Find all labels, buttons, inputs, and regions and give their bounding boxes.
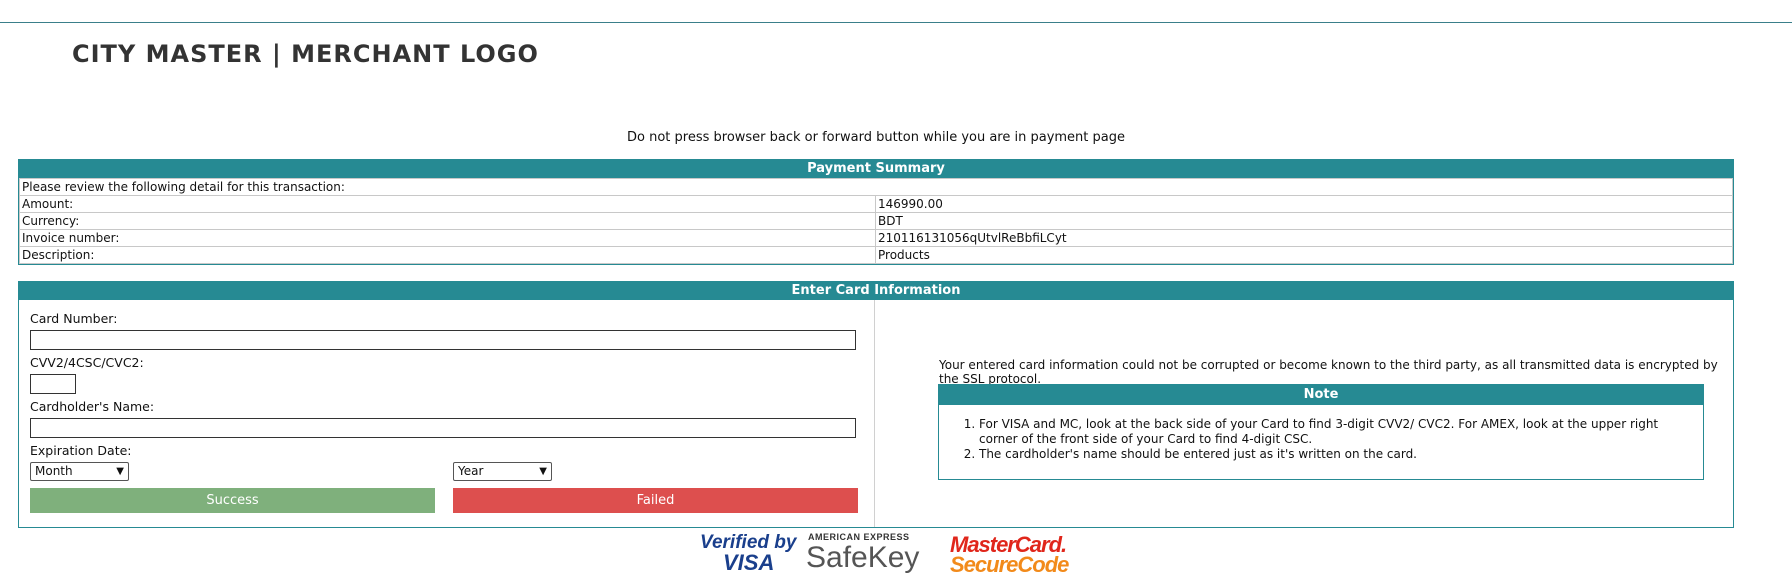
amex-safekey-logo-brand: SafeKey — [806, 541, 920, 574]
navigation-warning: Do not press browser back or forward but… — [627, 130, 1125, 145]
merchant-logo: CITY MASTER | MERCHANT LOGO — [72, 40, 539, 68]
summary-intro: Please review the following detail for t… — [19, 178, 1733, 196]
note-title: Note — [939, 385, 1703, 405]
amount-label: Amount: — [19, 195, 876, 213]
cvv-label: CVV2/4CSC/CVC2: — [30, 355, 144, 370]
currency-label: Currency: — [19, 212, 876, 230]
expiration-date-label: Expiration Date: — [30, 443, 132, 458]
card-info-panel: Enter Card Information Card Number: CVV2… — [18, 281, 1734, 528]
description-value: Products — [875, 246, 1733, 264]
verified-by-visa-logo-brand: VISA — [723, 550, 775, 575]
note-box: Note For VISA and MC, look at the back s… — [938, 384, 1704, 480]
card-info-title: Enter Card Information — [19, 282, 1733, 300]
card-info-body: Card Number: CVV2/4CSC/CVC2: Cardholder'… — [19, 300, 1733, 527]
expiry-month-select[interactable]: Month ▼ — [30, 462, 129, 481]
mastercard-securecode-logo-brand: SecureCode — [950, 552, 1069, 577]
invoice-label: Invoice number: — [19, 229, 876, 247]
security-badges: Verified by VISA AMERICAN EXPRESS SafeKe… — [0, 532, 1792, 577]
chevron-down-icon: ▼ — [116, 466, 124, 477]
list-item: The cardholder's name should be entered … — [979, 447, 1687, 462]
invoice-value: 210116131056qUtvlReBbfiLCyt — [875, 229, 1733, 247]
card-form: Card Number: CVV2/4CSC/CVC2: Cardholder'… — [19, 300, 875, 527]
expiry-year-select[interactable]: Year ▼ — [453, 462, 552, 481]
expiry-year-value: Year — [458, 464, 484, 478]
success-button[interactable]: Success — [30, 488, 435, 513]
description-label: Description: — [19, 246, 876, 264]
security-info: Your entered card information could not … — [876, 300, 1733, 527]
cardholder-name-input[interactable] — [30, 418, 856, 438]
list-item: For VISA and MC, look at the back side o… — [979, 417, 1687, 447]
ssl-security-message: Your entered card information could not … — [939, 358, 1718, 386]
table-row: Description: Products — [19, 246, 1733, 264]
chevron-down-icon: ▼ — [539, 466, 547, 477]
cardholder-name-label: Cardholder's Name: — [30, 399, 155, 414]
table-row: Amount: 146990.00 — [19, 195, 1733, 213]
amount-value: 146990.00 — [875, 195, 1733, 213]
payment-summary-table: Please review the following detail for t… — [19, 178, 1733, 264]
header-divider — [0, 22, 1792, 23]
table-row: Currency: BDT — [19, 212, 1733, 230]
payment-summary-title: Payment Summary — [19, 160, 1733, 178]
cvv-input[interactable] — [30, 374, 76, 394]
failed-button[interactable]: Failed — [453, 488, 858, 513]
card-number-input[interactable] — [30, 330, 856, 350]
currency-value: BDT — [875, 212, 1733, 230]
table-row: Invoice number: 210116131056qUtvlReBbfiL… — [19, 229, 1733, 247]
expiry-month-value: Month — [35, 464, 73, 478]
note-list: For VISA and MC, look at the back side o… — [939, 417, 1687, 462]
card-number-label: Card Number: — [30, 311, 118, 326]
table-row: Please review the following detail for t… — [19, 178, 1733, 196]
payment-summary-panel: Payment Summary Please review the follow… — [18, 159, 1734, 265]
